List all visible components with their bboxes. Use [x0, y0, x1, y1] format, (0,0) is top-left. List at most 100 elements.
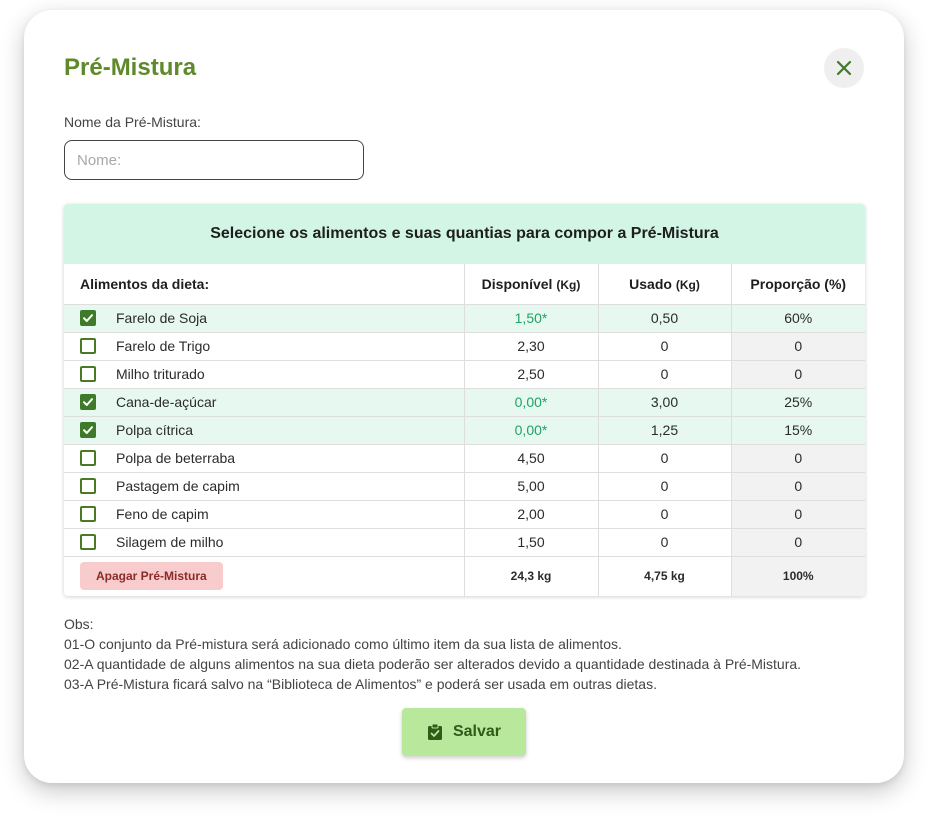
- table-row: Feno de capim 2,00 0 0: [64, 500, 865, 529]
- table-row: Farelo de Trigo 2,30 0 0: [64, 332, 865, 361]
- food-name: Polpa cítrica: [116, 422, 194, 438]
- available-cell: 4,50: [463, 444, 598, 473]
- table-row: Polpa de beterraba 4,50 0 0: [64, 444, 865, 473]
- obs-line: 02-A quantidade de alguns alimentos na s…: [64, 656, 802, 672]
- header-available-unit: (Kg): [556, 277, 581, 292]
- used-cell: 0,50: [597, 304, 731, 333]
- food-cell: Farelo de Soja: [64, 304, 464, 333]
- food-checkbox[interactable]: [80, 422, 96, 438]
- food-checkbox[interactable]: [80, 450, 96, 466]
- dialog-title: Pré-Mistura: [64, 54, 197, 81]
- used-cell: 0: [597, 472, 731, 501]
- table-row: Cana-de-açúcar 0,00* 3,00 25%: [64, 388, 865, 417]
- table-row: Pastagem de capim 5,00 0 0: [64, 472, 865, 501]
- available-cell: 1,50*: [463, 304, 598, 333]
- total-available: 24,3 kg: [463, 556, 598, 596]
- food-name: Feno de capim: [116, 506, 209, 522]
- obs-title: Obs:: [64, 616, 94, 632]
- proportion-cell: 0: [730, 444, 865, 473]
- food-checkbox[interactable]: [80, 478, 96, 494]
- food-cell: Polpa cítrica: [64, 416, 464, 445]
- save-button-label: Salvar: [452, 723, 502, 740]
- used-cell: 0: [597, 444, 731, 473]
- food-cell: Silagem de milho: [64, 528, 464, 557]
- available-cell: 5,00: [463, 472, 598, 501]
- proportion-cell: 0: [730, 472, 865, 501]
- obs-line: 01-O conjunto da Pré-mistura será adicio…: [64, 636, 622, 652]
- available-cell: 2,50: [463, 360, 598, 389]
- food-name: Milho triturado: [116, 366, 205, 382]
- header-available-label: Disponível: [481, 275, 553, 292]
- total-food-cell: Apagar Pré-Mistura: [64, 556, 464, 596]
- food-checkbox[interactable]: [80, 310, 96, 326]
- obs-line: 03-A Pré-Mistura ficará salvo na “Biblio…: [64, 676, 657, 692]
- table-row: Silagem de milho 1,50 0 0: [64, 528, 865, 557]
- food-cell: Pastagem de capim: [64, 472, 464, 501]
- foods-table-card: Selecione os alimentos e suas quantias p…: [64, 204, 865, 596]
- pre-mixture-dialog: Pré-Mistura Nome da Pré-Mistura: Selecio…: [24, 10, 904, 783]
- food-name: Silagem de milho: [116, 534, 224, 550]
- food-checkbox[interactable]: [80, 366, 96, 382]
- used-cell: 1,25: [597, 416, 731, 445]
- food-name: Farelo de Soja: [116, 310, 208, 326]
- food-cell: Feno de capim: [64, 500, 464, 529]
- used-cell: 3,00: [597, 388, 731, 417]
- food-cell: Farelo de Trigo: [64, 332, 464, 361]
- food-cell-content: Feno de capim: [80, 506, 464, 522]
- table-row: Milho triturado 2,50 0 0: [64, 360, 865, 389]
- food-name: Cana-de-açúcar: [116, 394, 217, 410]
- food-checkbox[interactable]: [80, 534, 96, 550]
- food-cell-content: Farelo de Soja: [80, 310, 464, 326]
- food-cell-content: Polpa de beterraba: [80, 450, 464, 466]
- header-food: Alimentos da dieta:: [64, 264, 464, 305]
- header-used-label: Usado: [629, 275, 672, 292]
- available-cell: 0,00*: [463, 416, 598, 445]
- table-banner: Selecione os alimentos e suas quantias p…: [64, 204, 865, 264]
- food-cell-content: Cana-de-açúcar: [80, 394, 464, 410]
- delete-pre-mixture-button[interactable]: Apagar Pré-Mistura: [80, 562, 223, 591]
- food-cell-content: Polpa cítrica: [80, 422, 464, 438]
- available-cell: 2,30: [463, 332, 598, 361]
- used-cell: 0: [597, 528, 731, 557]
- total-used: 4,75 kg: [597, 556, 731, 596]
- header-used-unit: (Kg): [675, 277, 700, 292]
- proportion-cell: 60%: [730, 304, 865, 333]
- header-proportion: Proporção (%): [730, 264, 865, 305]
- food-cell-content: Pastagem de capim: [80, 478, 464, 494]
- food-cell: Polpa de beterraba: [64, 444, 464, 473]
- food-cell-content: Farelo de Trigo: [80, 338, 464, 354]
- food-cell-content: Silagem de milho: [80, 534, 464, 550]
- food-checkbox[interactable]: [80, 338, 96, 354]
- available-cell: 2,00: [463, 500, 598, 529]
- proportion-cell: 0: [730, 500, 865, 529]
- proportion-cell: 0: [730, 360, 865, 389]
- available-cell: 0,00*: [463, 388, 598, 417]
- food-cell: Cana-de-açúcar: [64, 388, 464, 417]
- table-total-row: Apagar Pré-Mistura 24,3 kg 4,75 kg 100%: [64, 556, 865, 596]
- check-icon: [83, 314, 93, 322]
- food-cell: Milho triturado: [64, 360, 464, 389]
- table-row: Farelo de Soja 1,50* 0,50 60%: [64, 304, 865, 333]
- name-field-label: Nome da Pré-Mistura:: [64, 114, 201, 130]
- food-cell-content: Milho triturado: [80, 366, 464, 382]
- check-icon: [83, 398, 93, 406]
- used-cell: 0: [597, 500, 731, 529]
- clipboard-check-icon: [427, 723, 442, 740]
- food-name: Pastagem de capim: [116, 478, 240, 494]
- available-cell: 1,50: [463, 528, 598, 557]
- header-used: Usado (Kg): [597, 264, 731, 305]
- table-header-row: Alimentos da dieta: Disponível (Kg) Usad…: [64, 264, 865, 305]
- proportion-cell: 0: [730, 332, 865, 361]
- name-input[interactable]: [64, 140, 364, 180]
- save-button[interactable]: Salvar: [402, 708, 526, 756]
- close-button[interactable]: [824, 48, 864, 88]
- food-checkbox[interactable]: [80, 394, 96, 410]
- food-name: Farelo de Trigo: [116, 338, 211, 354]
- close-icon: [836, 60, 852, 76]
- table-row: Polpa cítrica 0,00* 1,25 15%: [64, 416, 865, 445]
- proportion-cell: 15%: [730, 416, 865, 445]
- observations: Obs: 01-O conjunto da Pré-mistura será a…: [64, 614, 801, 694]
- proportion-cell: 25%: [730, 388, 865, 417]
- proportion-cell: 0: [730, 528, 865, 557]
- food-checkbox[interactable]: [80, 506, 96, 522]
